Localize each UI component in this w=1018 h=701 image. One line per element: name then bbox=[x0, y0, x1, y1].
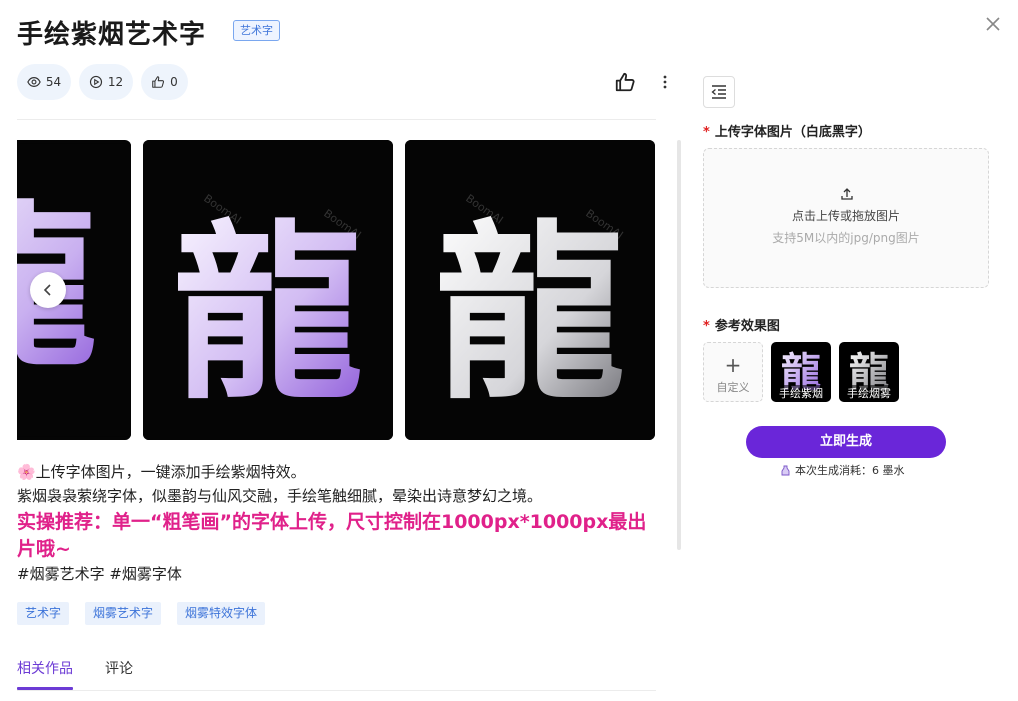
gallery-prev-button[interactable] bbox=[30, 272, 66, 308]
views-count: 54 bbox=[45, 75, 62, 89]
svg-text:龍: 龍 bbox=[173, 204, 363, 425]
plus-icon: + bbox=[724, 353, 742, 377]
svg-text:龍: 龍 bbox=[435, 204, 625, 425]
tab-divider bbox=[17, 690, 656, 691]
custom-label: 自定义 bbox=[716, 381, 750, 394]
upload-section-label: * 上传字体图片（白底黑字） bbox=[703, 125, 871, 140]
description-line-1: 🌸上传字体图片，一键添加手绘紫烟特效。 bbox=[17, 463, 306, 481]
description-line-2: 紫烟袅袅萦绕字体，似墨韵与仙风交融，手绘笔触细腻，晕染出诗意梦幻之境。 bbox=[17, 487, 543, 505]
tab-related-works[interactable]: 相关作品 bbox=[17, 658, 73, 678]
tip-highlight: 实操推荐：单一“粗笔画”的字体上传，尺寸控制在1000px*1000px最出片哦… bbox=[17, 511, 647, 560]
gallery-image-silver[interactable]: BoomAI BoomAI 龍 bbox=[405, 140, 655, 440]
header-divider bbox=[17, 119, 656, 120]
image-gallery[interactable]: 龍 BoomAI BoomAI 龍 BoomAI BoomAI 龍 bbox=[17, 140, 656, 440]
tab-comments[interactable]: 评论 bbox=[105, 658, 133, 678]
cost-info: 本次生成消耗：6 墨水 bbox=[780, 462, 905, 478]
reference-thumb-smoke[interactable]: 龍 手绘烟雾 bbox=[839, 342, 899, 402]
likes-stat[interactable]: 0 bbox=[141, 64, 188, 100]
plays-stat: 12 bbox=[79, 64, 133, 100]
play-icon bbox=[89, 75, 102, 89]
indent-list-icon bbox=[711, 85, 726, 99]
category-tag[interactable]: 艺术字 bbox=[233, 20, 280, 41]
chevron-left-icon bbox=[43, 284, 51, 296]
reference-caption: 手绘紫烟 bbox=[771, 385, 831, 402]
plays-count: 12 bbox=[107, 75, 124, 89]
likes-count: 0 bbox=[170, 75, 178, 89]
dragon-art-image: BoomAI BoomAI 龍 bbox=[405, 140, 655, 440]
panel-toggle-button[interactable] bbox=[703, 76, 735, 108]
reference-section-label: * 参考效果图 bbox=[703, 319, 780, 334]
more-options-button[interactable] bbox=[655, 70, 675, 94]
gallery-image-purple[interactable]: BoomAI BoomAI 龍 bbox=[143, 140, 393, 440]
tag-chip[interactable]: 艺术字 bbox=[17, 602, 70, 625]
tag-chip[interactable]: 烟雾艺术字 bbox=[85, 602, 162, 625]
hashtags: #烟雾艺术字 #烟雾字体 bbox=[17, 565, 182, 583]
reference-caption: 手绘烟雾 bbox=[839, 385, 899, 402]
like-button[interactable] bbox=[614, 71, 636, 93]
scrollbar[interactable] bbox=[677, 140, 681, 550]
upload-icon bbox=[841, 188, 853, 200]
upload-dropzone[interactable]: 点击上传或拖放图片 支持5M以内的jpg/png图片 bbox=[703, 148, 989, 288]
eye-icon bbox=[27, 77, 41, 87]
ink-bottle-icon bbox=[781, 465, 790, 475]
close-button[interactable] bbox=[982, 13, 1004, 35]
views-stat: 54 bbox=[17, 64, 71, 100]
thumbs-up-icon bbox=[152, 76, 165, 88]
upload-hint: 支持5M以内的jpg/png图片 bbox=[772, 231, 920, 245]
upload-text: 点击上传或拖放图片 bbox=[791, 209, 900, 223]
tag-chip[interactable]: 烟雾特效字体 bbox=[177, 602, 266, 625]
page-title: 手绘紫烟艺术字 bbox=[17, 20, 207, 50]
more-vertical-icon bbox=[663, 75, 667, 89]
reference-thumb-purple[interactable]: 龍 手绘紫烟 bbox=[771, 342, 831, 402]
generate-button[interactable]: 立即生成 bbox=[746, 426, 946, 458]
custom-reference-button[interactable]: + 自定义 bbox=[703, 342, 763, 402]
close-icon bbox=[986, 17, 1000, 31]
dragon-art-image: BoomAI BoomAI 龍 bbox=[143, 140, 393, 440]
